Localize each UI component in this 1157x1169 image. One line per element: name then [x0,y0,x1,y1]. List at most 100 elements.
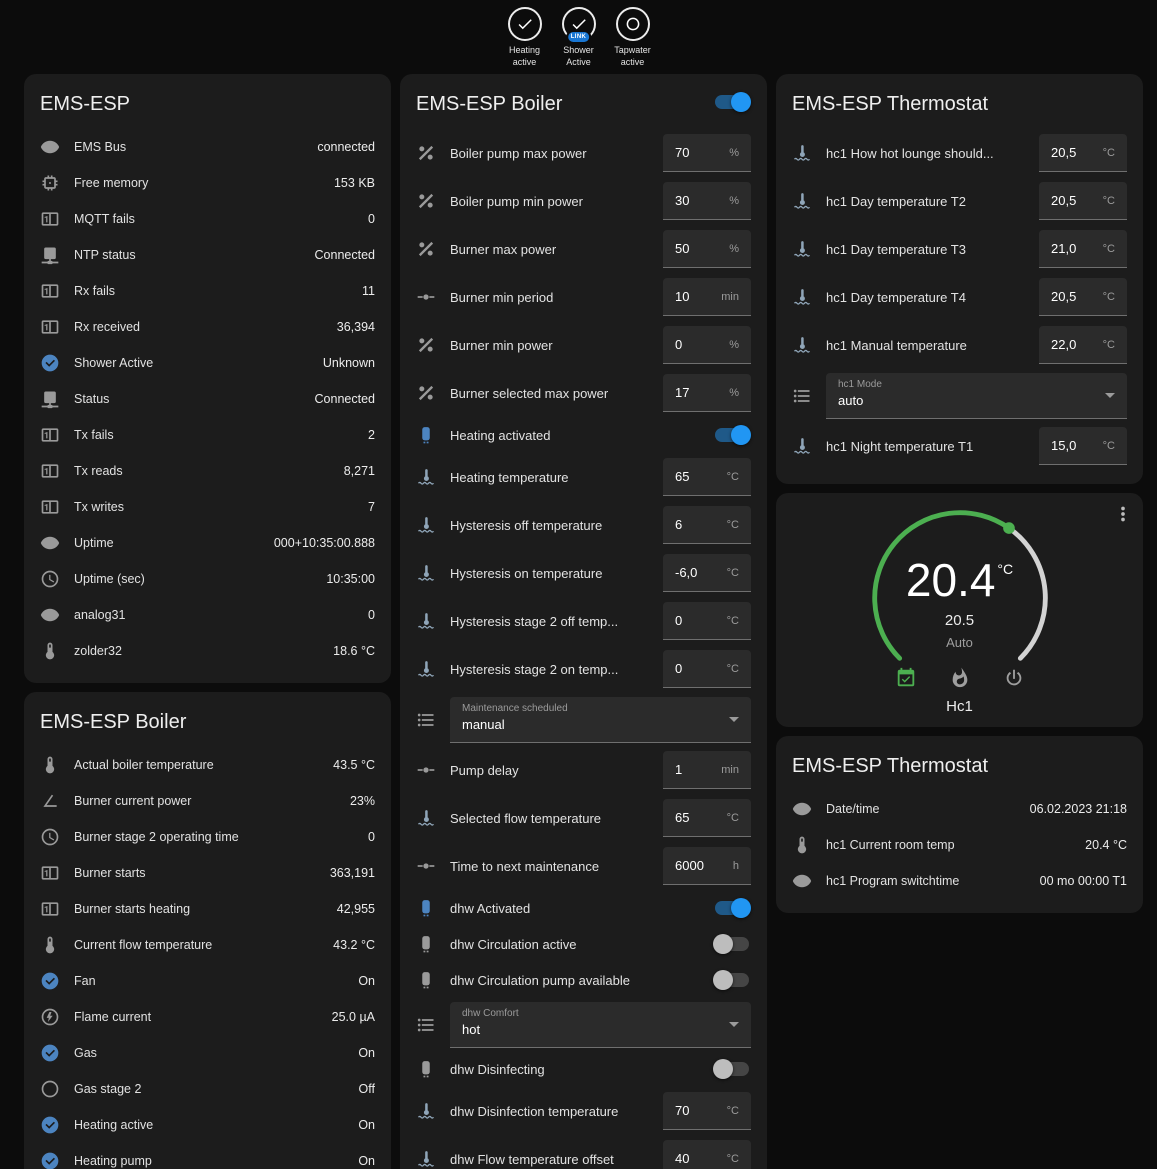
card-thermostat-info: EMS-ESP Thermostat Date/time06.02.2023 2… [776,736,1143,913]
number-row: Boiler pump min power30% [416,177,751,225]
entity-row[interactable]: 2Tx reads8,271 [40,453,375,489]
entity-row[interactable]: 2MQTT fails0 [40,201,375,237]
card-title: EMS-ESP Thermostat [776,74,1143,129]
entity-row[interactable]: 2Rx received36,394 [40,309,375,345]
entity-value: 06.02.2023 21:18 [1030,802,1127,816]
entity-row[interactable]: 2Burner starts heating42,955 [40,891,375,927]
entity-row[interactable]: Heating pumpOn [40,1143,375,1169]
entity-row[interactable]: 2Tx writes7 [40,489,375,525]
entity-row[interactable]: Current flow temperature43.2 °C [40,927,375,963]
svg-text:2: 2 [52,504,56,511]
entity-row[interactable]: zolder3218.6 °C [40,633,375,669]
thermo-water-icon [416,611,436,631]
entity-row[interactable]: hc1 Current room temp20.4 °C [792,827,1127,863]
number-input[interactable]: 70°C [663,1092,751,1130]
toggle-row: Heating activated [416,417,751,453]
entity-row[interactable]: Free memory153 KB [40,165,375,201]
entity-row[interactable]: hc1 Program switchtime00 mo 00:00 T1 [792,863,1127,899]
number-input[interactable]: 0°C [663,650,751,688]
boiler-icon [416,934,436,954]
entity-row[interactable]: analog310 [40,597,375,633]
card-header-toggle[interactable] [713,92,751,112]
number-input[interactable]: 21,0°C [1039,230,1127,268]
entity-row[interactable]: EMS Busconnected [40,129,375,165]
status-badge[interactable]: Heatingactive [503,7,547,68]
number-input[interactable]: 40°C [663,1140,751,1169]
select-input[interactable]: hc1 Modeauto [826,373,1127,419]
mode-power-button[interactable] [1003,667,1025,689]
entity-row[interactable]: 2Tx fails2 [40,417,375,453]
status-badges: Heatingactive LINK ShowerActive Tapwater… [503,7,655,68]
toggle-switch[interactable] [713,934,751,954]
number-input[interactable]: 0°C [663,602,751,640]
number-row: hc1 How hot lounge should...20,5°C [792,129,1127,177]
check-circle-icon [40,971,60,991]
number-input[interactable]: 6000h [663,847,751,885]
entity-label: Burner min power [450,338,663,353]
select-row: dhw Comforthot [416,998,751,1051]
number-value: 21,0 [1051,241,1076,256]
number-input[interactable]: 6°C [663,506,751,544]
entity-row[interactable]: Gas stage 2Off [40,1071,375,1107]
thermo-water-icon [416,563,436,583]
number-input[interactable]: 20,5°C [1039,278,1127,316]
number-row: Burner min period10min [416,273,751,321]
number-input[interactable]: 65°C [663,458,751,496]
entity-row[interactable]: Date/time06.02.2023 21:18 [792,791,1127,827]
entity-row[interactable]: Uptime000+10:35:00.888 [40,525,375,561]
check-circle-icon [40,353,60,373]
entity-row[interactable]: FanOn [40,963,375,999]
number-input[interactable]: 20,5°C [1039,182,1127,220]
status-badge[interactable]: Tapwateractive [611,7,655,68]
entity-row[interactable]: 2Rx fails11 [40,273,375,309]
entity-label: Hysteresis stage 2 off temp... [450,614,663,629]
entity-row[interactable]: Shower ActiveUnknown [40,345,375,381]
number-input[interactable]: 20,5°C [1039,134,1127,172]
entity-label: Free memory [74,176,334,190]
number-row: dhw Flow temperature offset40°C [416,1135,751,1169]
number-row: Burner selected max power17% [416,369,751,417]
entity-label: Tx writes [74,500,368,514]
number-input[interactable]: 30% [663,182,751,220]
toggle-switch[interactable] [713,898,751,918]
number-value: 65 [675,810,689,825]
check-circle-icon [40,1043,60,1063]
entity-row[interactable]: StatusConnected [40,381,375,417]
number-input[interactable]: 10min [663,278,751,316]
number-input[interactable]: 22,0°C [1039,326,1127,364]
link-badge: LINK [566,30,592,44]
thermostat-dial[interactable]: 20.4 °C 20.5 Auto [863,501,1057,695]
more-options-button[interactable] [1111,503,1135,527]
select-input[interactable]: Maintenance scheduledmanual [450,697,751,743]
entity-row[interactable]: Burner stage 2 operating time0 [40,819,375,855]
number-input[interactable]: 0% [663,326,751,364]
entity-row[interactable]: Uptime (sec)10:35:00 [40,561,375,597]
toggle-switch[interactable] [713,1059,751,1079]
entity-row[interactable]: NTP statusConnected [40,237,375,273]
number-input[interactable]: -6,0°C [663,554,751,592]
entity-row[interactable]: 2Burner starts363,191 [40,855,375,891]
entity-value: 8,271 [344,464,375,478]
status-badge[interactable]: LINK ShowerActive [557,7,601,68]
number-input[interactable]: 70% [663,134,751,172]
hvac-mode-buttons [776,667,1143,689]
entity-row[interactable]: Flame current25.0 µA [40,999,375,1035]
entity-row[interactable]: GasOn [40,1035,375,1071]
number-input[interactable]: 15,0°C [1039,427,1127,465]
select-input[interactable]: dhw Comforthot [450,1002,751,1048]
number-input[interactable]: 1min [663,751,751,789]
number-input[interactable]: 17% [663,374,751,412]
entity-row[interactable]: Actual boiler temperature43.5 °C [40,747,375,783]
entity-label: Burner max power [450,242,663,257]
toggle-switch[interactable] [713,425,751,445]
entity-label: EMS Bus [74,140,317,154]
number-input[interactable]: 50% [663,230,751,268]
mode-calendar-check-button[interactable] [895,667,917,689]
mode-fire-button[interactable] [949,667,971,689]
select-value: auto [838,393,1093,408]
toggle-switch[interactable] [713,970,751,990]
entity-row[interactable]: Heating activeOn [40,1107,375,1143]
entity-value: 42,955 [337,902,375,916]
number-input[interactable]: 65°C [663,799,751,837]
entity-row[interactable]: Burner current power23% [40,783,375,819]
